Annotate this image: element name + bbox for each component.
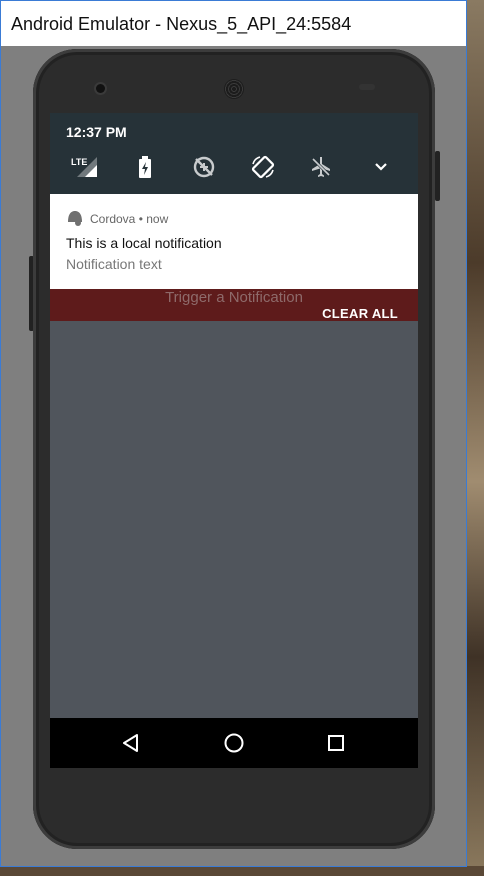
back-icon[interactable] bbox=[119, 731, 143, 755]
status-time: 12:37 PM bbox=[66, 124, 127, 140]
data-saver-off-icon[interactable] bbox=[190, 153, 218, 181]
notification-title: This is a local notification bbox=[66, 235, 222, 251]
notification-bell-icon bbox=[66, 210, 84, 231]
desktop-background-bottom bbox=[0, 866, 484, 876]
app-action-bar: Trigger a Notification CLEAR ALL bbox=[50, 289, 418, 321]
expand-chevron-icon[interactable] bbox=[367, 153, 395, 181]
trigger-notification-button[interactable]: Trigger a Notification bbox=[50, 289, 418, 306]
device-screen: 12:37 PM LTE Cordova • now This is a loc… bbox=[50, 113, 418, 768]
notification-card[interactable]: Cordova • now This is a local notificati… bbox=[50, 194, 418, 289]
notification-text: Notification text bbox=[66, 256, 162, 272]
proximity-sensor bbox=[359, 84, 375, 90]
front-camera bbox=[96, 84, 105, 93]
title-bar[interactable]: Android Emulator - Nexus_5_API_24:5584 bbox=[1, 1, 466, 46]
battery-charging-icon[interactable] bbox=[131, 153, 159, 181]
svg-text:LTE: LTE bbox=[71, 157, 87, 167]
power-button[interactable] bbox=[435, 151, 440, 201]
recents-icon[interactable] bbox=[324, 731, 348, 755]
notification-separator: • bbox=[138, 212, 143, 226]
navigation-bar bbox=[50, 718, 418, 768]
emulator-window: Android Emulator - Nexus_5_API_24:5584 1… bbox=[0, 0, 467, 867]
home-icon[interactable] bbox=[222, 731, 246, 755]
auto-rotate-icon[interactable] bbox=[249, 153, 277, 181]
notification-app-name: Cordova bbox=[90, 212, 136, 226]
clear-all-button[interactable]: CLEAR ALL bbox=[322, 306, 398, 321]
lte-signal-icon[interactable]: LTE bbox=[71, 153, 99, 181]
notification-header: Cordova • now bbox=[90, 212, 168, 226]
earpiece-speaker bbox=[224, 79, 244, 99]
notification-time: now bbox=[146, 212, 169, 226]
notification-shade-header: 12:37 PM LTE bbox=[50, 113, 418, 194]
airplane-mode-icon[interactable] bbox=[307, 153, 335, 181]
window-title: Android Emulator - Nexus_5_API_24:5584 bbox=[11, 14, 352, 34]
desktop-background bbox=[466, 0, 484, 876]
